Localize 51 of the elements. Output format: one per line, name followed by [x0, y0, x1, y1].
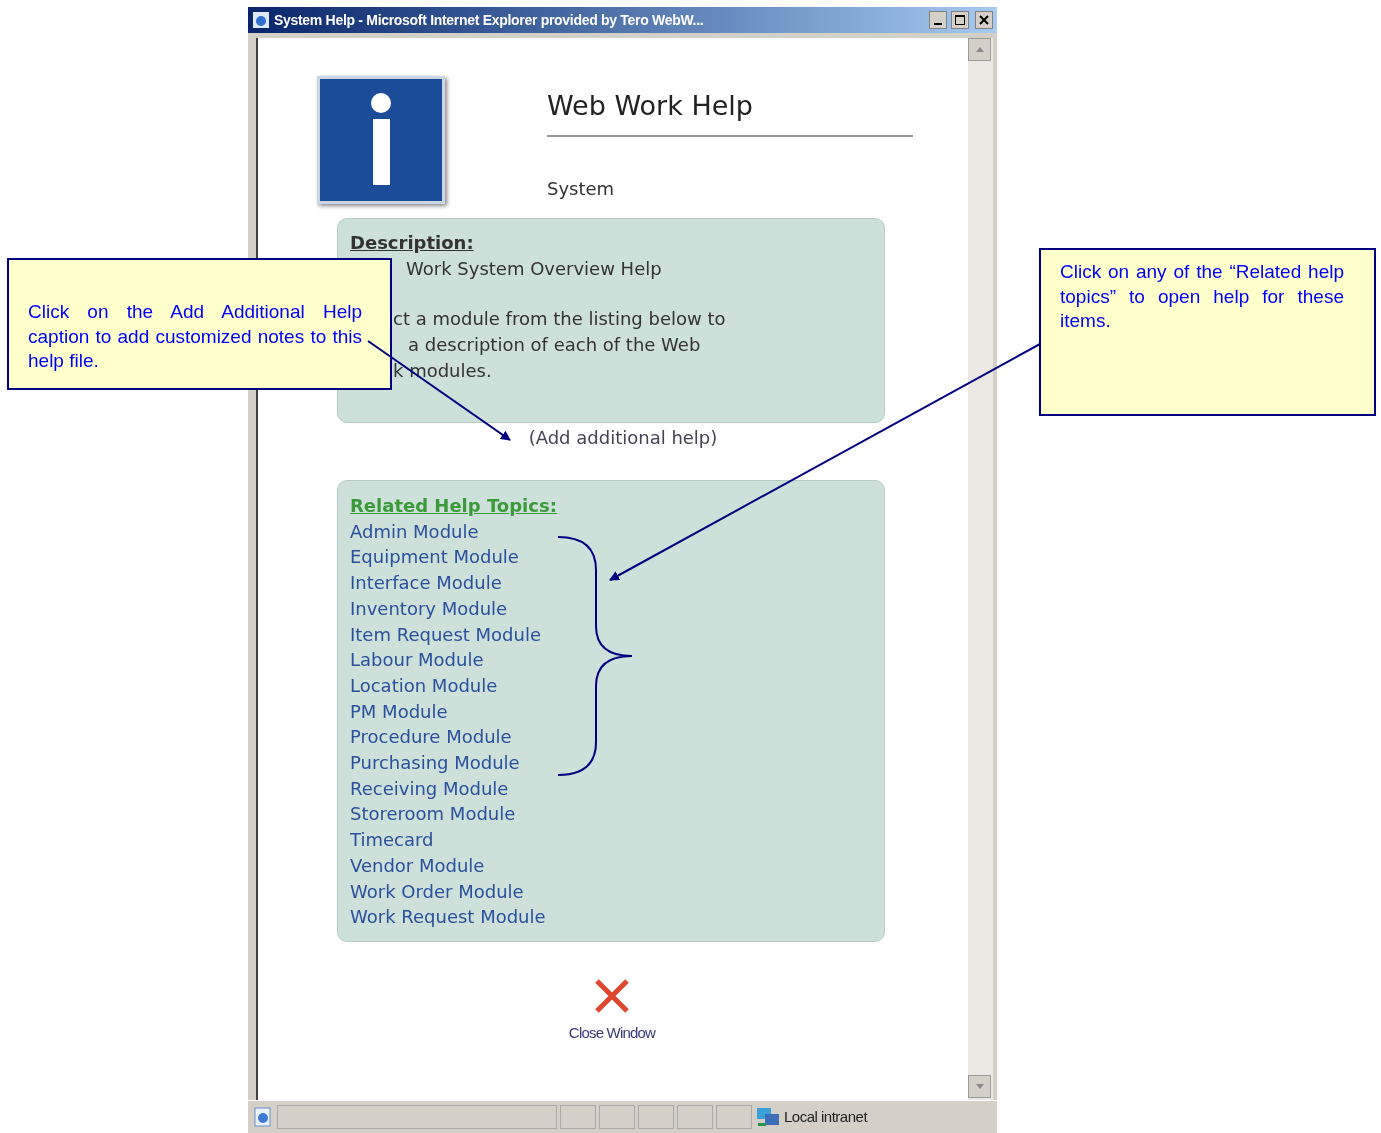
scroll-down-button[interactable] — [968, 1075, 991, 1098]
help-topic-link[interactable]: Item Request Module — [350, 621, 541, 648]
maximize-button[interactable] — [951, 11, 969, 29]
callout: Click on the Add Additional Help caption to add customized notes to this help file. — [7, 258, 392, 390]
help-topic-link[interactable]: Storeroom Module — [350, 801, 516, 828]
help-topic-link[interactable]: Location Module — [350, 672, 498, 699]
status-pane — [638, 1105, 674, 1129]
description-text: a description of each of the Web — [408, 334, 701, 356]
page-subtitle: System — [547, 176, 616, 201]
minimize-button[interactable] — [929, 11, 947, 29]
status-pane — [599, 1105, 635, 1129]
scroll-up-button[interactable] — [968, 38, 991, 61]
security-zone: Local intranet — [784, 1106, 868, 1127]
help-topic-link[interactable]: Admin Module — [350, 518, 479, 545]
page-title: Web Work Help — [547, 86, 913, 137]
page-icon — [252, 1106, 274, 1128]
related-topics-heading: Related Help Topics: — [349, 494, 557, 518]
help-topic-link[interactable]: Purchasing Module — [350, 750, 520, 776]
description-heading: Description: — [349, 231, 474, 255]
browser-icon — [252, 11, 270, 29]
help-topic-link[interactable]: Vendor Module — [350, 852, 485, 879]
help-topic-link[interactable]: Interface Module — [350, 570, 502, 596]
description-text: Work System Overview Help — [406, 257, 662, 279]
help-topic-link[interactable]: Receiving Module — [350, 775, 509, 802]
status-pane — [560, 1105, 596, 1129]
close-icon — [979, 15, 989, 25]
up-arrow-icon — [975, 47, 984, 52]
status-pane — [677, 1105, 713, 1129]
help-topic-link[interactable]: Labour Module — [350, 647, 484, 673]
help-topic-link[interactable]: Work Order Module — [350, 878, 524, 905]
network-icon — [755, 1105, 781, 1129]
scrollbar[interactable] — [968, 38, 993, 1100]
close-window-link[interactable]: Close Window — [568, 1022, 656, 1045]
help-topic-link[interactable]: Inventory Module — [350, 595, 508, 622]
info-icon — [317, 76, 445, 204]
callout: Click on any of the “Related help topics” to open help for these items. — [1039, 248, 1376, 416]
down-arrow-icon — [975, 1084, 984, 1089]
help-topic-link[interactable]: Equipment Module — [350, 544, 519, 571]
window-title: System Help - Microsoft Internet Explorer provided by Tero WebW... — [274, 10, 705, 30]
status-pane — [716, 1105, 752, 1129]
description-text: k modules. — [393, 359, 492, 381]
help-topic-link[interactable]: Work Request Module — [350, 904, 546, 930]
minimize-icon — [934, 23, 942, 25]
help-topic-link[interactable]: Timecard — [350, 827, 434, 853]
add-help-link[interactable]: (Add additional help) — [528, 425, 718, 451]
close-button[interactable] — [975, 11, 993, 29]
maximize-icon — [955, 15, 965, 25]
help-topic-link[interactable]: Procedure Module — [350, 724, 512, 751]
description-text: ct a module from the listing below to — [393, 308, 726, 330]
close-icon[interactable] — [594, 978, 630, 1014]
help-topic-link[interactable]: PM Module — [350, 698, 448, 725]
